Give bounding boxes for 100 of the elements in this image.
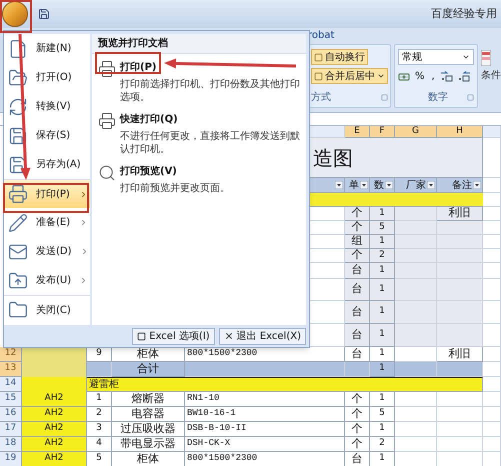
- filter-dropdown-icon[interactable]: [385, 181, 393, 189]
- table-cell: 5: [370, 221, 395, 235]
- menu-item[interactable]: 新建(N): [4, 34, 90, 63]
- table-cell: [395, 422, 437, 437]
- ribbon-button[interactable]: 自动换行: [311, 49, 368, 65]
- table-cell: [395, 235, 437, 249]
- table-cell: 3: [87, 422, 112, 437]
- decrease-decimal-icon[interactable]: [456, 71, 471, 82]
- table-cell: 利旧: [437, 207, 483, 221]
- table-cell: 台: [345, 301, 370, 324]
- menu-footer-button[interactable]: 退出 Excel(X): [218, 328, 306, 344]
- column-header: [483, 126, 501, 138]
- table-cell: [437, 324, 483, 347]
- table-cell: 5: [87, 452, 112, 466]
- table-cell: 个: [345, 392, 370, 407]
- table-cell: 个: [345, 249, 370, 263]
- conditional-format-icon[interactable]: [481, 50, 491, 66]
- filter-dropdown-icon[interactable]: [360, 181, 368, 189]
- table-cell: 个: [345, 437, 370, 452]
- ribbon-button[interactable]: 合并后居中: [311, 68, 388, 84]
- menu-item[interactable]: 准备(E): [4, 208, 90, 237]
- table-cell: 5: [370, 407, 395, 422]
- table-cell: 台: [345, 279, 370, 301]
- table-cell: [483, 407, 501, 422]
- table-cell: [483, 249, 501, 263]
- table-cell: 1: [370, 392, 395, 407]
- table-cell: 台: [345, 452, 370, 466]
- table-cell: 1: [87, 392, 112, 407]
- table-cell: [483, 279, 501, 301]
- row-header[interactable]: 15: [0, 392, 22, 407]
- menu-item-icon: [8, 270, 28, 290]
- table-cell: AH2: [22, 407, 87, 422]
- table-cell: 熔断器: [112, 392, 185, 407]
- column-header[interactable]: G: [395, 126, 437, 138]
- menu-item[interactable]: 发送(D): [4, 237, 90, 266]
- group-label: 方式: [311, 90, 331, 105]
- row-header[interactable]: 14: [0, 377, 22, 392]
- cell-icon: [314, 52, 323, 62]
- table-cell: 1: [370, 422, 395, 437]
- table-cell: [483, 263, 501, 279]
- menu-footer-button[interactable]: Excel 选项(I): [132, 328, 215, 344]
- table-cell: 组: [345, 235, 370, 249]
- table-cell: RN1-10: [185, 392, 345, 407]
- menu-item[interactable]: 转换(V): [4, 92, 90, 121]
- options-icon: [137, 332, 146, 340]
- percent-button[interactable]: %: [413, 69, 427, 84]
- table-cell: [437, 249, 483, 263]
- panel-item[interactable]: 打印(P) 打印前选择打印机、打印份数及其他打印选项。: [92, 54, 306, 106]
- menu-item[interactable]: 发布(U): [4, 266, 90, 295]
- table-cell: [483, 422, 501, 437]
- table-cell: [437, 235, 483, 249]
- table-cell: 2: [370, 437, 395, 452]
- filter-dropdown-icon[interactable]: [427, 181, 435, 189]
- table-cell: 1: [370, 235, 395, 249]
- money-icon[interactable]: [398, 70, 410, 82]
- launcher-icon[interactable]: [381, 94, 388, 101]
- row-header[interactable]: 19: [0, 452, 22, 466]
- heading-text: 单: [349, 178, 359, 192]
- highlight-frame: [95, 52, 161, 74]
- filter-dropdown-icon[interactable]: [335, 181, 343, 189]
- table-cell: 1: [370, 324, 395, 347]
- row-header[interactable]: 17: [0, 422, 22, 437]
- table-cell: [483, 207, 501, 221]
- table-cell: [437, 301, 483, 324]
- table-cell: 2: [87, 407, 112, 422]
- column-header[interactable]: E: [345, 126, 370, 138]
- highlight-frame: [0, 0, 32, 33]
- comma-button[interactable]: ,: [430, 69, 437, 84]
- table-cell: AH2: [22, 392, 87, 407]
- panel-item-title: 打印(P): [120, 60, 156, 75]
- column-header[interactable]: F: [370, 126, 395, 138]
- table-cell: [483, 347, 501, 362]
- menu-item-icon: [8, 126, 28, 146]
- filter-dropdown-icon[interactable]: [473, 181, 481, 189]
- dropdown-icon: [377, 72, 385, 80]
- menu-item[interactable]: 打印(P): [4, 179, 90, 208]
- menu-item-icon: [8, 300, 28, 320]
- menu-item[interactable]: 关闭(C): [4, 295, 90, 324]
- launcher-icon[interactable]: [467, 94, 474, 101]
- row-header[interactable]: 13: [0, 362, 22, 377]
- row-header[interactable]: 16: [0, 407, 22, 422]
- column-header[interactable]: H: [437, 126, 483, 138]
- panel-item-description: 打印前预览并更改页面。: [120, 182, 230, 195]
- table-cell: [437, 422, 483, 437]
- table-cell: 1: [370, 452, 395, 466]
- save-icon[interactable]: [38, 8, 50, 20]
- table-cell: 2: [370, 249, 395, 263]
- office-button[interactable]: [2, 1, 28, 27]
- table-cell: 个: [345, 407, 370, 422]
- table-cell: [395, 207, 437, 221]
- panel-item-description: 打印前选择打印机、打印份数及其他打印选项。: [120, 78, 300, 104]
- menu-item[interactable]: 打开(O): [4, 63, 90, 92]
- increase-decimal-icon[interactable]: [440, 71, 454, 82]
- row-header[interactable]: 12: [0, 347, 22, 362]
- ribbon-button[interactable]: 条件: [481, 68, 501, 83]
- merged-cell: [22, 362, 87, 377]
- menu-item[interactable]: 保存(S): [4, 121, 90, 150]
- table-cell: [437, 362, 483, 377]
- number-format-select[interactable]: 常规: [398, 49, 474, 65]
- row-header[interactable]: 18: [0, 437, 22, 452]
